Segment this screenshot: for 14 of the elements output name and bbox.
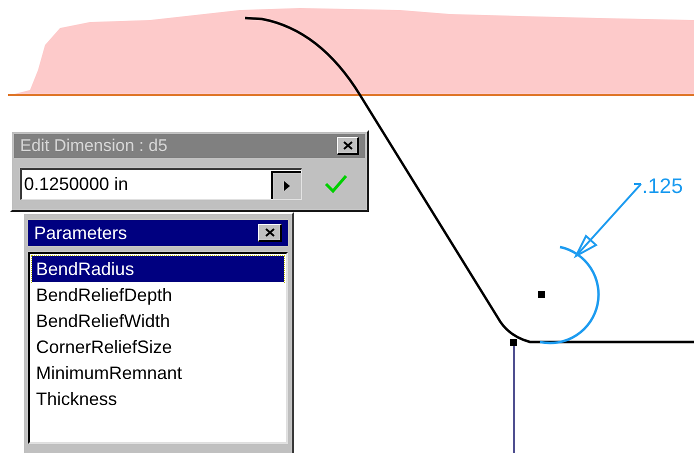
point-marker [510,339,517,346]
list-item[interactable]: BendRadius [32,256,284,282]
expand-button[interactable] [271,170,301,198]
close-icon [264,228,274,237]
close-button[interactable] [337,137,359,155]
window-title: Edit Dimension : d5 [20,135,168,158]
close-button[interactable] [258,224,282,242]
close-icon [342,141,352,150]
value-field[interactable]: 0.1250000 in [20,168,302,200]
panel-title: Parameters [34,222,128,244]
checkmark-icon[interactable] [324,174,348,194]
triangle-icon [284,180,290,190]
value-text: 0.1250000 in [23,173,130,196]
point-marker [538,291,545,298]
